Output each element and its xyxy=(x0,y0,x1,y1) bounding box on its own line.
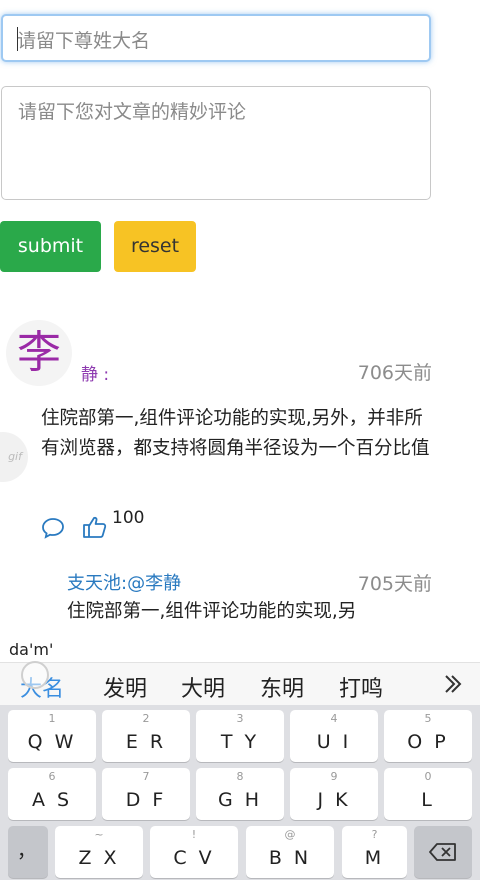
key-ui[interactable]: 4 U I xyxy=(290,710,378,762)
key-label: J K xyxy=(317,789,351,811)
key-label: D F xyxy=(125,789,167,811)
key-label: E R xyxy=(125,731,167,753)
candidate-bar: 大名 发明 大明 东明 打鸣 xyxy=(0,662,480,706)
name-input[interactable]: 请留下尊姓大名 xyxy=(1,14,431,62)
key-label: A S xyxy=(31,789,73,811)
key-cv[interactable]: ! C V xyxy=(150,826,238,878)
backspace-icon xyxy=(429,843,457,865)
key-zx[interactable]: ~ Z X xyxy=(55,826,143,878)
reply-author[interactable]: 支天池:@李静 xyxy=(67,569,181,595)
key-label: B N xyxy=(268,847,312,869)
key-er[interactable]: 2 E R xyxy=(102,710,190,762)
key-number: 7 xyxy=(142,770,150,783)
comment-text: 住院部第一,组件评论功能的实现,另外，并非所有浏览器，都支持将圆角半径设为一个百… xyxy=(41,408,430,459)
keyboard: 1 Q W 2 E R 3 T Y 4 U I 5 O P 6 A S 7 D … xyxy=(0,705,480,880)
submit-button[interactable]: submit xyxy=(0,221,101,272)
key-label: C V xyxy=(173,847,215,869)
key-comma[interactable]: ， xyxy=(8,826,48,878)
comment-author: 静 : xyxy=(81,365,110,385)
key-number: 2 xyxy=(142,712,150,725)
avatar: 李 xyxy=(6,320,72,386)
key-label: Q W xyxy=(27,731,77,753)
key-label: G H xyxy=(217,789,263,811)
reply-time: 705天前 xyxy=(357,573,432,595)
key-number: ? xyxy=(371,828,378,841)
key-qw[interactable]: 1 Q W xyxy=(8,710,96,762)
key-label: O P xyxy=(407,731,449,753)
like-count: 100 xyxy=(112,508,145,528)
reply-icon[interactable] xyxy=(41,517,65,543)
key-number: 9 xyxy=(330,770,338,783)
comment-time: 706天前 xyxy=(357,362,432,384)
key-op[interactable]: 5 O P xyxy=(384,710,472,762)
comment-textarea-placeholder: 请留下您对文章的精妙评论 xyxy=(18,101,247,123)
key-number: 5 xyxy=(424,712,432,725)
key-label: U I xyxy=(316,731,352,753)
key-label: ， xyxy=(16,840,39,862)
key-ty[interactable]: 3 T Y xyxy=(196,710,284,762)
key-number: ~ xyxy=(94,828,104,841)
key-jk[interactable]: 9 J K xyxy=(290,768,378,820)
reset-button[interactable]: reset xyxy=(114,221,196,272)
candidate-item[interactable]: 东明 xyxy=(260,671,304,703)
comment-textarea[interactable]: 请留下您对文章的精妙评论 xyxy=(1,86,431,200)
key-label: M xyxy=(364,847,385,869)
key-number: 4 xyxy=(330,712,338,725)
candidate-item[interactable]: 发明 xyxy=(103,671,147,703)
key-l[interactable]: 0 L xyxy=(384,768,472,820)
key-number: 0 xyxy=(424,770,432,783)
text-caret xyxy=(17,27,18,51)
gif-badge-icon: gif xyxy=(0,432,28,482)
key-number: 8 xyxy=(236,770,244,783)
key-label: L xyxy=(421,789,435,811)
key-label: T Y xyxy=(220,731,260,753)
name-input-placeholder: 请留下尊姓大名 xyxy=(17,30,151,52)
thumbs-up-icon[interactable] xyxy=(82,515,108,543)
expand-candidates-icon[interactable] xyxy=(442,673,464,699)
text-cursor-handle[interactable] xyxy=(21,661,49,689)
key-bn[interactable]: @ B N xyxy=(246,826,334,878)
key-number: ! xyxy=(191,828,197,841)
key-number: @ xyxy=(284,828,296,841)
key-label: Z X xyxy=(78,847,120,869)
key-number: 1 xyxy=(48,712,56,725)
reply-text: 住院部第一,组件评论功能的实现,另 xyxy=(67,601,357,622)
key-number: 3 xyxy=(236,712,244,725)
key-df[interactable]: 7 D F xyxy=(102,768,190,820)
key-m[interactable]: ? M xyxy=(342,826,407,878)
key-as[interactable]: 6 A S xyxy=(8,768,96,820)
candidate-item[interactable]: 打鸣 xyxy=(339,671,383,703)
backspace-key[interactable] xyxy=(414,826,472,878)
ime-composition: da'm' xyxy=(9,640,54,659)
candidate-item[interactable]: 大明 xyxy=(181,671,225,703)
key-gh[interactable]: 8 G H xyxy=(196,768,284,820)
key-number: 6 xyxy=(48,770,56,783)
